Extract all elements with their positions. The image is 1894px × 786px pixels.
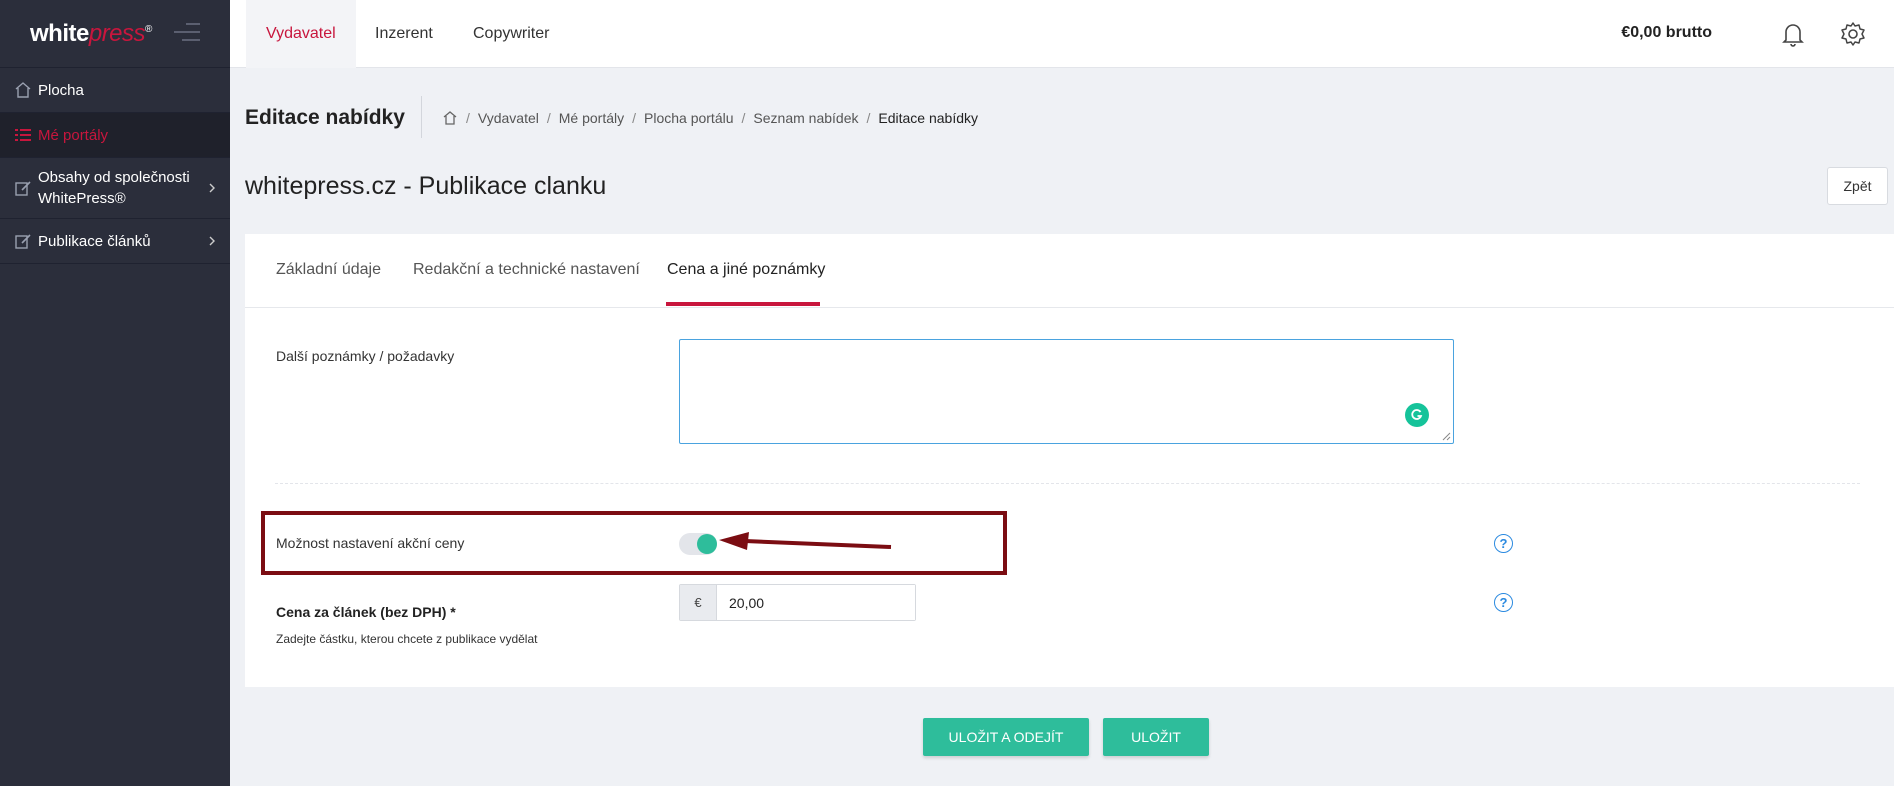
home-icon bbox=[15, 82, 31, 98]
tab-cena-poznamky[interactable]: Cena a jiné poznámky bbox=[667, 261, 825, 279]
sidebar-item-label: Plocha bbox=[38, 81, 84, 99]
sidebar-item-obsahy[interactable]: Obsahy od společnosti WhitePress® bbox=[0, 158, 230, 219]
notes-textarea[interactable] bbox=[679, 339, 1454, 444]
help-icon[interactable]: ? bbox=[1494, 534, 1513, 553]
sidebar-item-plocha[interactable]: Plocha bbox=[0, 68, 230, 113]
tab-zakladni-udaje[interactable]: Základní údaje bbox=[276, 261, 381, 279]
breadcrumb-link[interactable]: Mé portály bbox=[559, 110, 624, 126]
form-tabs: Základní údaje Redakční a technické nast… bbox=[245, 234, 1894, 308]
resize-handle-icon[interactable] bbox=[1442, 432, 1451, 441]
price-label: Cena za článek (bez DPH) * bbox=[276, 604, 456, 620]
price-input[interactable] bbox=[717, 585, 915, 620]
sidebar-item-label-line1: Obsahy od společnosti bbox=[38, 169, 190, 186]
tab-inzerent[interactable]: Inzerent bbox=[375, 0, 433, 68]
chevron-right-icon bbox=[209, 236, 215, 246]
edit-icon bbox=[15, 234, 31, 249]
topbar: Vydavatel Inzerent Copywriter €0,00 brut… bbox=[230, 0, 1894, 68]
whitepress-logo[interactable]: whitepress® bbox=[30, 20, 152, 48]
page-subtitle: whitepress.cz - Publikace clanku bbox=[245, 172, 607, 200]
chevron-right-icon bbox=[209, 183, 215, 193]
tab-copywriter[interactable]: Copywriter bbox=[473, 0, 549, 68]
bell-icon[interactable] bbox=[1779, 20, 1807, 48]
active-tab-indicator bbox=[666, 302, 820, 306]
sidebar: whitepress® Plocha Mé portály Obsahy od … bbox=[0, 0, 230, 786]
edit-icon bbox=[15, 181, 31, 196]
toggle-knob bbox=[697, 534, 717, 554]
promo-price-label: Možnost nastavení akční ceny bbox=[276, 535, 465, 551]
breadcrumb-current: Editace nabídky bbox=[878, 110, 978, 126]
gear-icon[interactable] bbox=[1839, 20, 1867, 48]
logo-text-white: white bbox=[30, 19, 89, 47]
help-icon[interactable]: ? bbox=[1494, 593, 1513, 612]
divider bbox=[275, 483, 1860, 484]
sidebar-item-label: Mé portály bbox=[38, 126, 109, 144]
sidebar-item-label: Publikace článků bbox=[38, 232, 151, 250]
tab-vydavatel[interactable]: Vydavatel bbox=[246, 0, 356, 68]
save-and-exit-button[interactable]: ULOŽIT A ODEJÍT bbox=[923, 718, 1089, 756]
sidebar-item-label: Obsahy od společnosti WhitePress® bbox=[38, 167, 190, 209]
breadcrumb-link[interactable]: Plocha portálu bbox=[644, 110, 734, 126]
breadcrumb-link[interactable]: Vydavatel bbox=[478, 110, 539, 126]
balance-display[interactable]: €0,00 brutto bbox=[1621, 24, 1712, 42]
back-button[interactable]: Zpět bbox=[1827, 167, 1888, 205]
logo-registered: ® bbox=[145, 23, 152, 35]
list-icon bbox=[15, 129, 31, 141]
notes-label: Další poznámky / požadavky bbox=[276, 348, 455, 364]
breadcrumb: / Vydavatel / Mé portály / Plocha portál… bbox=[442, 110, 978, 126]
arrow-annotation-icon bbox=[719, 532, 892, 550]
currency-addon: € bbox=[680, 585, 717, 620]
sidebar-item-label-line2: WhitePress® bbox=[38, 190, 126, 207]
price-input-group: € bbox=[679, 584, 916, 621]
sidebar-item-me-portaly[interactable]: Mé portály bbox=[0, 113, 230, 158]
header-divider bbox=[421, 96, 422, 138]
home-icon[interactable] bbox=[442, 110, 458, 126]
save-button[interactable]: ULOŽIT bbox=[1103, 718, 1209, 756]
tab-redakcni-nastaveni[interactable]: Redakční a technické nastavení bbox=[413, 261, 640, 279]
sidebar-item-publikace[interactable]: Publikace článků bbox=[0, 219, 230, 264]
page-title: Editace nabídky bbox=[245, 106, 405, 129]
grammarly-icon[interactable] bbox=[1405, 403, 1429, 427]
menu-toggle-icon[interactable] bbox=[174, 23, 200, 47]
breadcrumb-link[interactable]: Seznam nabídek bbox=[753, 110, 858, 126]
form-card: Základní údaje Redakční a technické nast… bbox=[245, 234, 1894, 786]
price-hint: Zadejte částku, kterou chcete z publikac… bbox=[276, 632, 538, 646]
logo-text-press: press bbox=[88, 19, 146, 47]
promo-price-toggle[interactable] bbox=[679, 533, 717, 555]
logo-bar: whitepress® bbox=[0, 0, 230, 68]
